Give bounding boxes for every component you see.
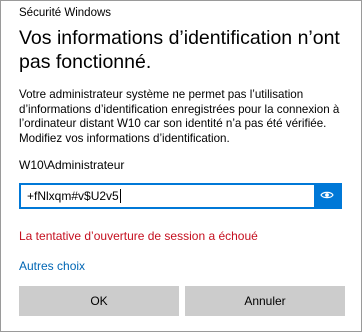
reveal-password-button[interactable] [314, 185, 340, 207]
password-field[interactable]: +fNlxqm#v$U2v5 [19, 183, 342, 209]
window-title: Sécurité Windows [19, 7, 112, 19]
eye-icon [320, 187, 334, 205]
dialog-heading: Vos informations d’identification n’ont … [19, 27, 340, 73]
dialog-message: Votre administrateur système ne permet p… [19, 88, 340, 145]
password-input[interactable]: +fNlxqm#v$U2v5 [21, 185, 314, 207]
cancel-button[interactable]: Annuler [185, 286, 345, 316]
password-value: +fNlxqm#v$U2v5 [27, 189, 119, 203]
text-caret [119, 189, 121, 203]
more-choices-link[interactable]: Autres choix [19, 259, 85, 273]
error-message: La tentative d’ouverture de session a éc… [19, 229, 258, 243]
username-label: W10\Administrateur [19, 158, 125, 172]
credential-dialog: Sécurité Windows Vos informations d’iden… [0, 0, 362, 332]
ok-button[interactable]: OK [19, 286, 179, 316]
